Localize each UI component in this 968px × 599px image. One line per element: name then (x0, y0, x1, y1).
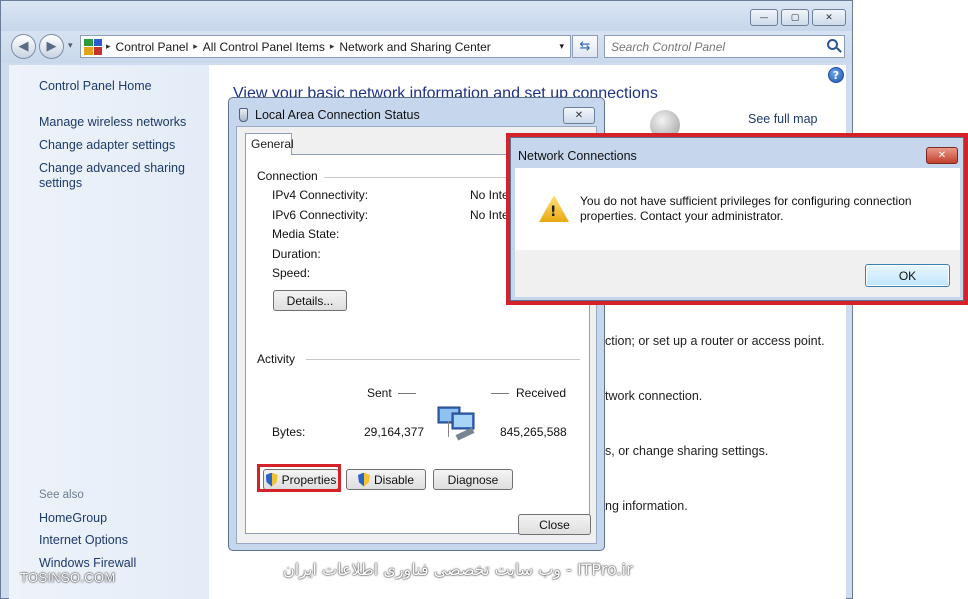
recent-pages-button[interactable]: ▾ (68, 41, 73, 51)
duration-label: Duration: (272, 247, 321, 261)
sent-label: Sent (367, 386, 392, 400)
setup-connection-text: ction; or set up a router or access poin… (605, 334, 825, 348)
search-input[interactable] (611, 39, 821, 54)
manage-wireless-link[interactable]: Manage wireless networks (39, 115, 186, 130)
ok-button[interactable]: OK (865, 264, 950, 287)
forward-arrow-icon: ▶ (46, 39, 57, 54)
maximize-button[interactable]: ▢ (781, 9, 809, 26)
change-adapter-link[interactable]: Change adapter settings (39, 138, 175, 153)
see-full-map-link[interactable]: See full map (748, 112, 817, 126)
homegroup-link[interactable]: HomeGroup (39, 511, 107, 526)
close-button[interactable]: ✕ (812, 9, 846, 26)
back-button[interactable]: ◀ (11, 34, 36, 59)
error-dialog-title: Network Connections (518, 149, 637, 163)
tab-general[interactable]: General (245, 133, 294, 155)
forward-button[interactable]: ▶ (39, 34, 64, 59)
change-sharing-link[interactable]: Change advanced sharing settings (39, 161, 189, 191)
uac-shield-icon (357, 472, 370, 487)
network-connections-error-dialog: Network Connections ✕ ! You do not have … (510, 137, 964, 301)
refresh-icon: ⇆ (579, 39, 591, 54)
speed-label: Speed: (272, 266, 311, 280)
refresh-button[interactable]: ⇆ (572, 35, 598, 58)
breadcrumb-all-items[interactable]: All Control Panel Items (198, 40, 330, 54)
ipv4-value: No Inte (470, 188, 509, 202)
troubleshoot-text: ng information. (605, 499, 688, 513)
received-label: Received (516, 386, 567, 400)
back-arrow-icon: ◀ (18, 39, 29, 54)
media-state-label: Media State: (272, 227, 340, 241)
error-message: You do not have sufficient privileges fo… (580, 194, 912, 223)
error-dialog-body: ! You do not have sufficient privileges … (515, 168, 960, 250)
network-computers-icon (437, 406, 475, 441)
dialog-close-button[interactable]: ✕ (563, 107, 595, 124)
activity-group-label: Activity (257, 352, 302, 366)
connection-group-label: Connection (257, 169, 324, 183)
connect-network-text: twork connection. (605, 389, 703, 403)
control-panel-home-link[interactable]: Control Panel Home (39, 79, 152, 94)
disable-button[interactable]: Disable (346, 469, 426, 490)
error-close-button[interactable]: ✕ (926, 147, 958, 164)
homegroup-sharing-text: s, or change sharing settings. (605, 444, 769, 458)
bytes-label: Bytes: (272, 425, 306, 439)
properties-highlight (257, 464, 341, 492)
windows-firewall-link[interactable]: Windows Firewall (39, 556, 136, 571)
bytes-sent-value: 29,164,377 (364, 425, 425, 439)
task-pane: Control Panel Home Manage wireless netwo… (9, 65, 209, 599)
see-also-heading: See also (39, 489, 84, 501)
ipv6-value: No Inte (470, 208, 509, 222)
warning-mark: ! (550, 204, 557, 220)
search-box[interactable] (604, 35, 845, 58)
internet-options-link[interactable]: Internet Options (39, 533, 128, 548)
title-bar: — ▢ ✕ (1, 1, 852, 31)
address-dropdown-button[interactable]: ▾ (559, 41, 564, 52)
help-icon[interactable]: ? (828, 67, 844, 83)
dialog-title-text: Local Area Connection Status (255, 108, 420, 122)
error-dialog-footer: OK (515, 250, 960, 297)
ipv4-label: IPv4 Connectivity: (272, 188, 369, 202)
status-close-button[interactable]: Close (518, 514, 591, 535)
breadcrumb-control-panel[interactable]: Control Panel (111, 40, 194, 54)
control-panel-icon (84, 38, 102, 55)
network-plug-icon (239, 108, 248, 122)
details-button[interactable]: Details... (273, 290, 347, 311)
search-icon[interactable] (827, 39, 838, 50)
breadcrumb-network-sharing[interactable]: Network and Sharing Center (334, 40, 495, 54)
watermark-itpro: ITPro.ir - وب سایت تخصصی فناوری اطلاعات … (283, 560, 633, 579)
navigation-bar: ◀ ▶ ▾ ▸ Control Panel ▸ All Control Pane… (1, 31, 852, 63)
disable-label: Disable (373, 472, 415, 487)
address-bar[interactable]: ▸ Control Panel ▸ All Control Panel Item… (80, 35, 571, 58)
dialog-title: Local Area Connection Status (239, 108, 420, 122)
minimize-button[interactable]: — (750, 9, 778, 26)
watermark-tosinso: TOSINSO.COM (20, 570, 116, 585)
diagnose-button[interactable]: Diagnose (433, 469, 513, 490)
bytes-received-value: 845,265,588 (500, 425, 567, 439)
ipv6-label: IPv6 Connectivity: (272, 208, 369, 222)
